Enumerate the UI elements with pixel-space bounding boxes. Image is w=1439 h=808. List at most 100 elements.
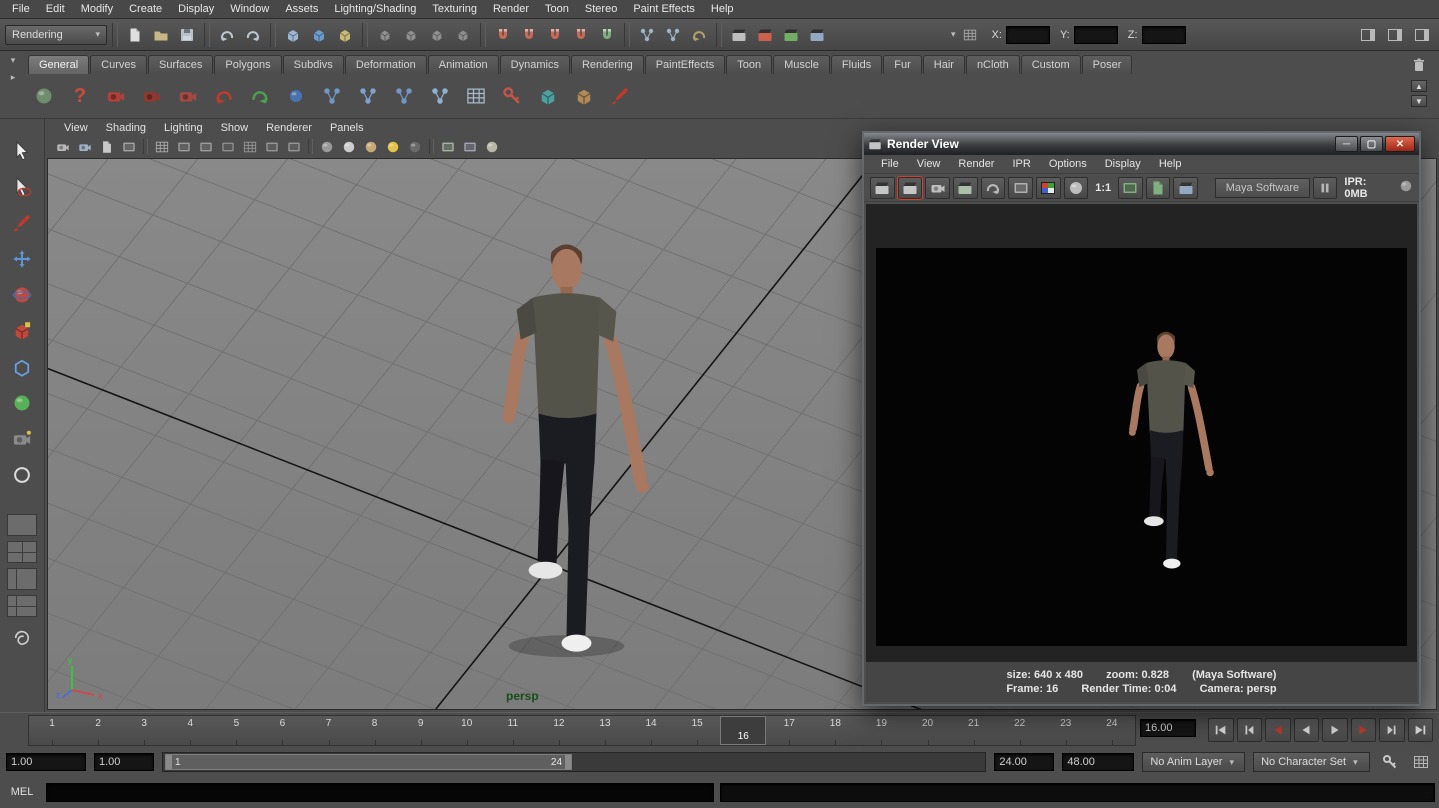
- selection-field-icon[interactable]: [958, 23, 982, 47]
- keep-image-icon[interactable]: [1146, 177, 1171, 199]
- menu-item[interactable]: Edit: [38, 1, 73, 17]
- x-coord-input[interactable]: [1006, 26, 1050, 44]
- close-button[interactable]: ✕: [1385, 136, 1415, 152]
- command-line-input[interactable]: [46, 783, 714, 802]
- use-all-lights-icon[interactable]: [383, 138, 403, 155]
- trash-icon[interactable]: [1407, 53, 1431, 77]
- shelf-render-layer-icon[interactable]: [532, 80, 564, 112]
- snap-to-plane-icon[interactable]: [569, 23, 593, 47]
- layout-persp-outliner-icon[interactable]: [7, 595, 37, 617]
- ipr-render-button-icon[interactable]: [953, 177, 978, 199]
- menu-item[interactable]: Paint Effects: [625, 1, 703, 17]
- toggle-region-marquee-icon[interactable]: [1118, 177, 1143, 199]
- make-live-icon[interactable]: [595, 23, 619, 47]
- render-view-menu-item[interactable]: Options: [1040, 157, 1096, 171]
- range-end-handle[interactable]: [565, 755, 571, 769]
- shelf-tab[interactable]: Poser: [1082, 55, 1133, 74]
- step-back-key-button[interactable]: [1265, 718, 1291, 742]
- range-start-handle[interactable]: [166, 755, 172, 769]
- step-forward-key-button[interactable]: [1351, 718, 1377, 742]
- scale-tool-icon[interactable]: [5, 315, 39, 346]
- menu-item[interactable]: Display: [170, 1, 222, 17]
- character-model[interactable]: [503, 244, 649, 651]
- redo-icon[interactable]: [241, 23, 265, 47]
- rendered-image[interactable]: [876, 248, 1407, 646]
- layout-single-pane-icon[interactable]: [7, 514, 37, 536]
- select-lines-mask-icon[interactable]: [399, 23, 423, 47]
- render-region-icon[interactable]: [1008, 177, 1033, 199]
- shelf-tab[interactable]: Polygons: [214, 55, 281, 74]
- smooth-shade-icon[interactable]: [339, 138, 359, 155]
- z-coord-input[interactable]: [1142, 26, 1186, 44]
- status-divider[interactable]: [112, 23, 118, 47]
- output-connections-icon[interactable]: [661, 23, 685, 47]
- undo-icon[interactable]: [215, 23, 239, 47]
- last-tool-icon[interactable]: [5, 459, 39, 490]
- select-camera-icon[interactable]: [53, 138, 73, 155]
- menu-item[interactable]: Modify: [73, 1, 121, 17]
- shelf-render-globe-icon[interactable]: [28, 80, 60, 112]
- input-connections-icon[interactable]: [635, 23, 659, 47]
- status-divider[interactable]: [716, 23, 722, 47]
- menu-item[interactable]: Render: [485, 1, 537, 17]
- animation-end-input[interactable]: [1062, 753, 1134, 771]
- shelf-tab-menu-icon[interactable]: ▾: [11, 55, 16, 66]
- shelf-cancel-batch-render-icon[interactable]: [136, 80, 168, 112]
- save-scene-icon[interactable]: [175, 23, 199, 47]
- resolution-gate-icon[interactable]: [196, 138, 216, 155]
- construction-history-toggle-icon[interactable]: [687, 23, 711, 47]
- render-view-menu-item[interactable]: Render: [949, 157, 1003, 171]
- menu-item[interactable]: Toon: [537, 1, 577, 17]
- render-view-menu-item[interactable]: View: [908, 157, 950, 171]
- shelf-show-batch-render-icon[interactable]: [172, 80, 204, 112]
- menu-item[interactable]: Create: [121, 1, 170, 17]
- hypergraph-layout-icon[interactable]: [5, 622, 39, 653]
- animation-start-input[interactable]: [6, 753, 86, 771]
- select-object-icon[interactable]: [307, 23, 331, 47]
- menu-item[interactable]: Stereo: [577, 1, 625, 17]
- step-back-frame-button[interactable]: [1237, 718, 1263, 742]
- real-size-ratio-label[interactable]: 1:1: [1091, 182, 1115, 194]
- shelf-uv-texture-editor-icon[interactable]: [460, 80, 492, 112]
- shelf-tab[interactable]: Curves: [90, 55, 147, 74]
- status-divider[interactable]: [362, 23, 368, 47]
- wireframe-display-icon[interactable]: [317, 138, 337, 155]
- shelf-scroll-up-icon[interactable]: ▲: [1411, 80, 1427, 92]
- menu-item[interactable]: Texturing: [424, 1, 485, 17]
- toggle-channel-box-icon[interactable]: [1410, 23, 1434, 47]
- panel-menu-item[interactable]: Panels: [321, 121, 373, 135]
- playback-start-input[interactable]: [94, 753, 154, 771]
- render-view-menu-item[interactable]: IPR: [1003, 157, 1039, 171]
- anim-layer-dropdown[interactable]: No Anim Layer ▾: [1142, 752, 1245, 772]
- command-language-toggle[interactable]: MEL: [4, 786, 40, 798]
- render-settings-icon[interactable]: [805, 23, 829, 47]
- redo-previous-render-icon[interactable]: [898, 177, 923, 199]
- go-to-start-button[interactable]: [1208, 718, 1234, 742]
- pause-ipr-icon[interactable]: [1313, 177, 1338, 199]
- camera-attributes-icon[interactable]: [75, 138, 95, 155]
- character-set-dropdown[interactable]: No Character Set ▾: [1253, 752, 1370, 772]
- render-button-icon[interactable]: [870, 177, 895, 199]
- layout-two-pane-icon[interactable]: [7, 568, 37, 590]
- shelf-shading-network-icon[interactable]: [352, 80, 384, 112]
- shelf-ipr-render-icon[interactable]: [244, 80, 276, 112]
- playback-end-input[interactable]: [994, 753, 1054, 771]
- y-coord-input[interactable]: [1074, 26, 1118, 44]
- shelf-tab[interactable]: Subdivs: [283, 55, 344, 74]
- shelf-redo-previous-render-icon[interactable]: [208, 80, 240, 112]
- shelf-scroll-down-icon[interactable]: ▼: [1411, 95, 1427, 107]
- refresh-ipr-icon[interactable]: [981, 177, 1006, 199]
- animation-preferences-icon[interactable]: [1409, 750, 1433, 774]
- menu-item[interactable]: File: [4, 1, 38, 17]
- shelf-batch-render-icon[interactable]: [100, 80, 132, 112]
- renderer-dropdown[interactable]: Maya Software: [1215, 178, 1310, 198]
- open-render-settings-icon[interactable]: [1173, 177, 1198, 199]
- alpha-channel-icon[interactable]: [1064, 177, 1089, 199]
- xray-display-icon[interactable]: [460, 138, 480, 155]
- shelf-tab[interactable]: Fur: [883, 55, 922, 74]
- playback-range-slider[interactable]: 1 24: [162, 752, 986, 772]
- shelf-help-icon[interactable]: ?: [64, 80, 96, 112]
- playback-range-bar[interactable]: 1 24: [165, 754, 572, 770]
- maximize-button[interactable]: ▢: [1360, 136, 1383, 152]
- shelf-paint-effects-brush-icon[interactable]: [604, 80, 636, 112]
